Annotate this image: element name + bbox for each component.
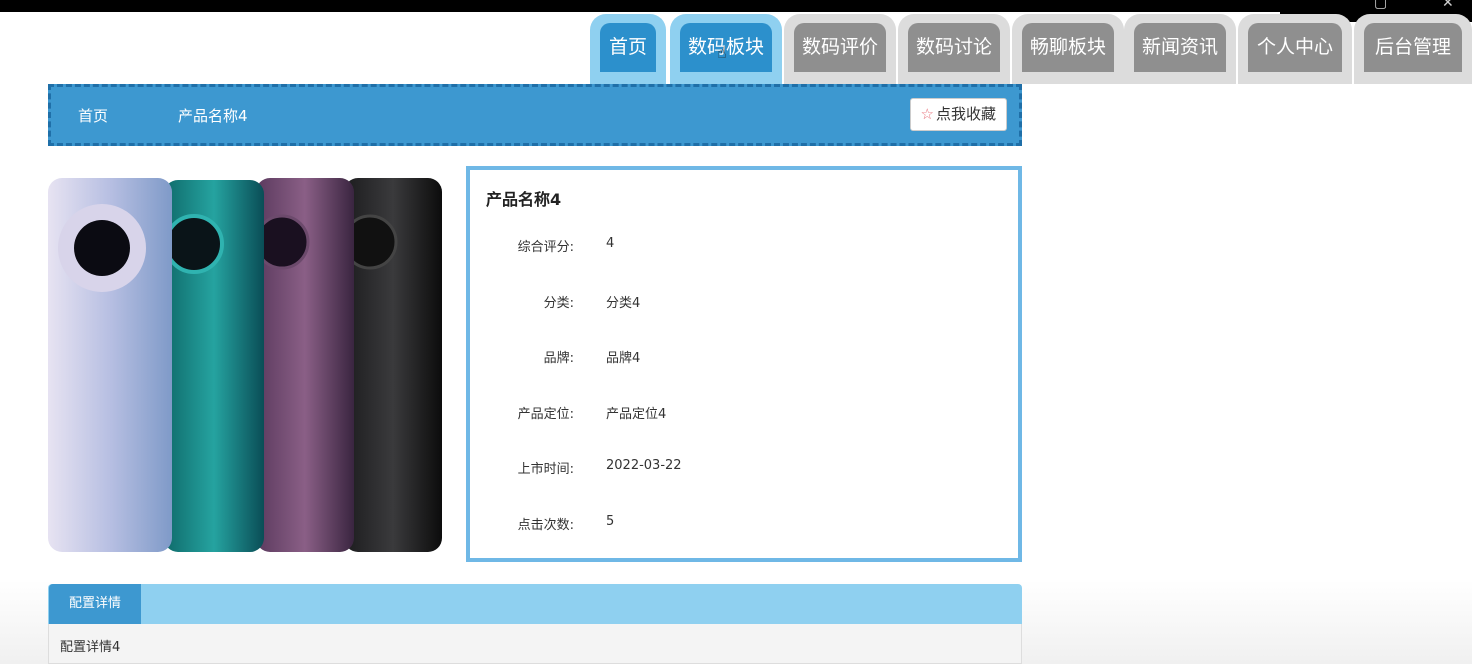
favorite-button-label: 点我收藏: [935, 105, 996, 123]
info-row-rating: 综合评分: 4: [470, 236, 1010, 256]
info-value: 4: [606, 236, 615, 251]
info-row-category: 分类: 分类4: [470, 292, 1010, 312]
breadcrumb: 首页 › 产品名称4 ☆ 点我收藏: [48, 84, 1022, 146]
info-value: 分类4: [606, 296, 641, 311]
info-value: 品牌4: [606, 351, 641, 366]
nav-tab-label: 数码讨论: [908, 23, 1000, 72]
nav-tab-label: 首页: [600, 23, 656, 72]
info-row-release-date: 上市时间: 2022-03-22: [470, 458, 1010, 478]
nav-tab-label: 畅聊板块: [1022, 23, 1114, 72]
favorite-button[interactable]: ☆ 点我收藏: [909, 98, 1007, 131]
info-label: 品牌:: [543, 351, 574, 366]
nav-tab-personal-center[interactable]: 个人中心: [1238, 14, 1352, 84]
detail-tab-bar: 配置详情: [48, 584, 1022, 624]
info-row-brand: 品牌: 品牌4: [470, 347, 1010, 367]
detail-content-panel: 配置详情4: [48, 624, 1022, 664]
info-value: 5: [606, 514, 615, 529]
camera-silver: [74, 220, 130, 276]
nav-tab-digital-discussion[interactable]: 数码讨论: [898, 14, 1010, 84]
nav-tab-label: 数码评价: [794, 23, 886, 72]
info-value: 2022-03-22: [606, 458, 682, 473]
info-value: 产品定位4: [606, 407, 667, 422]
product-info-panel: 产品名称4 综合评分: 4 分类: 分类4 品牌: 品牌4 产品定位: 产品定位…: [466, 166, 1022, 562]
breadcrumb-home-link[interactable]: 首页: [78, 107, 108, 125]
info-row-positioning: 产品定位: 产品定位4: [470, 403, 1010, 423]
nav-tab-label: 个人中心: [1248, 23, 1342, 72]
nav-tab-digital-review[interactable]: 数码评价: [784, 14, 896, 84]
detail-content: 配置详情4: [60, 640, 121, 655]
info-label: 点击次数:: [517, 518, 574, 533]
restore-icon[interactable]: ▢: [1374, 0, 1387, 10]
close-icon[interactable]: ✕: [1442, 0, 1454, 10]
product-image: [48, 178, 442, 552]
camera-teal: [164, 214, 224, 274]
info-label: 上市时间:: [517, 462, 574, 477]
info-label: 分类:: [543, 296, 574, 311]
nav-tab-home[interactable]: 首页: [590, 14, 666, 84]
window-top-bar: [0, 0, 1472, 12]
nav-tab-chat-section[interactable]: 畅聊板块: [1012, 14, 1124, 84]
product-title: 产品名称4: [486, 190, 562, 209]
breadcrumb-current: 产品名称4: [178, 107, 248, 125]
hand-cursor-icon: ☝: [717, 43, 727, 62]
info-row-click-count: 点击次数: 5: [470, 514, 1010, 534]
info-label: 产品定位:: [517, 407, 574, 422]
nav-tab-label: 后台管理: [1364, 23, 1462, 72]
nav-tab-admin[interactable]: 后台管理: [1354, 14, 1472, 84]
info-label: 综合评分:: [517, 240, 574, 255]
nav-tab-news[interactable]: 新闻资讯: [1124, 14, 1236, 84]
star-outline-icon: ☆: [920, 105, 934, 123]
tab-config-detail[interactable]: 配置详情: [49, 584, 141, 624]
nav-tab-label: 新闻资讯: [1134, 23, 1226, 72]
